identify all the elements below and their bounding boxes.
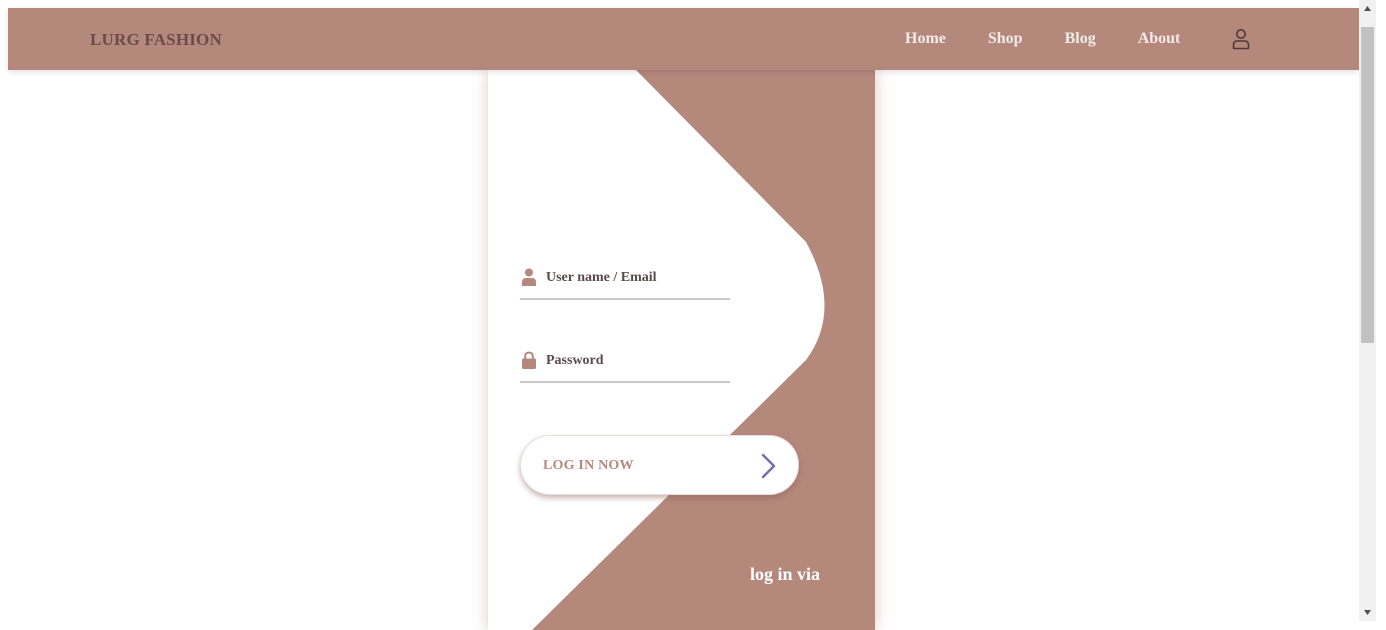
scrollbar-thumb[interactable] xyxy=(1361,27,1374,343)
nav-link-home[interactable]: Home xyxy=(905,30,946,48)
nav-link-blog[interactable]: Blog xyxy=(1065,30,1096,48)
username-field xyxy=(520,268,730,300)
nav-link-about[interactable]: About xyxy=(1138,30,1181,48)
top-navbar: LURG FASHION Home Shop Blog About xyxy=(8,8,1359,70)
user-icon xyxy=(522,268,536,286)
chevron-right-icon xyxy=(761,453,776,479)
login-now-button[interactable]: LOG IN NOW xyxy=(520,435,799,495)
password-input[interactable] xyxy=(546,351,726,371)
brand-logo[interactable]: LURG FASHION xyxy=(90,30,222,50)
password-field xyxy=(520,351,730,383)
page-scrollbar[interactable] xyxy=(1359,0,1376,621)
lock-icon xyxy=(522,351,536,369)
nav-link-shop[interactable]: Shop xyxy=(988,30,1023,48)
username-input[interactable] xyxy=(546,268,726,288)
page-top-strip xyxy=(0,0,1359,8)
login-card: LOG IN NOW log in via xyxy=(488,70,875,630)
user-outline-icon[interactable] xyxy=(1232,28,1250,50)
scroll-down-arrow-icon[interactable] xyxy=(1359,604,1376,621)
login-via-label: log in via xyxy=(750,564,821,584)
card-decorative-shape xyxy=(532,70,875,630)
scroll-up-arrow-icon[interactable] xyxy=(1359,0,1376,17)
login-button-label: LOG IN NOW xyxy=(543,458,634,473)
nav-links: Home Shop Blog About xyxy=(905,30,1222,48)
